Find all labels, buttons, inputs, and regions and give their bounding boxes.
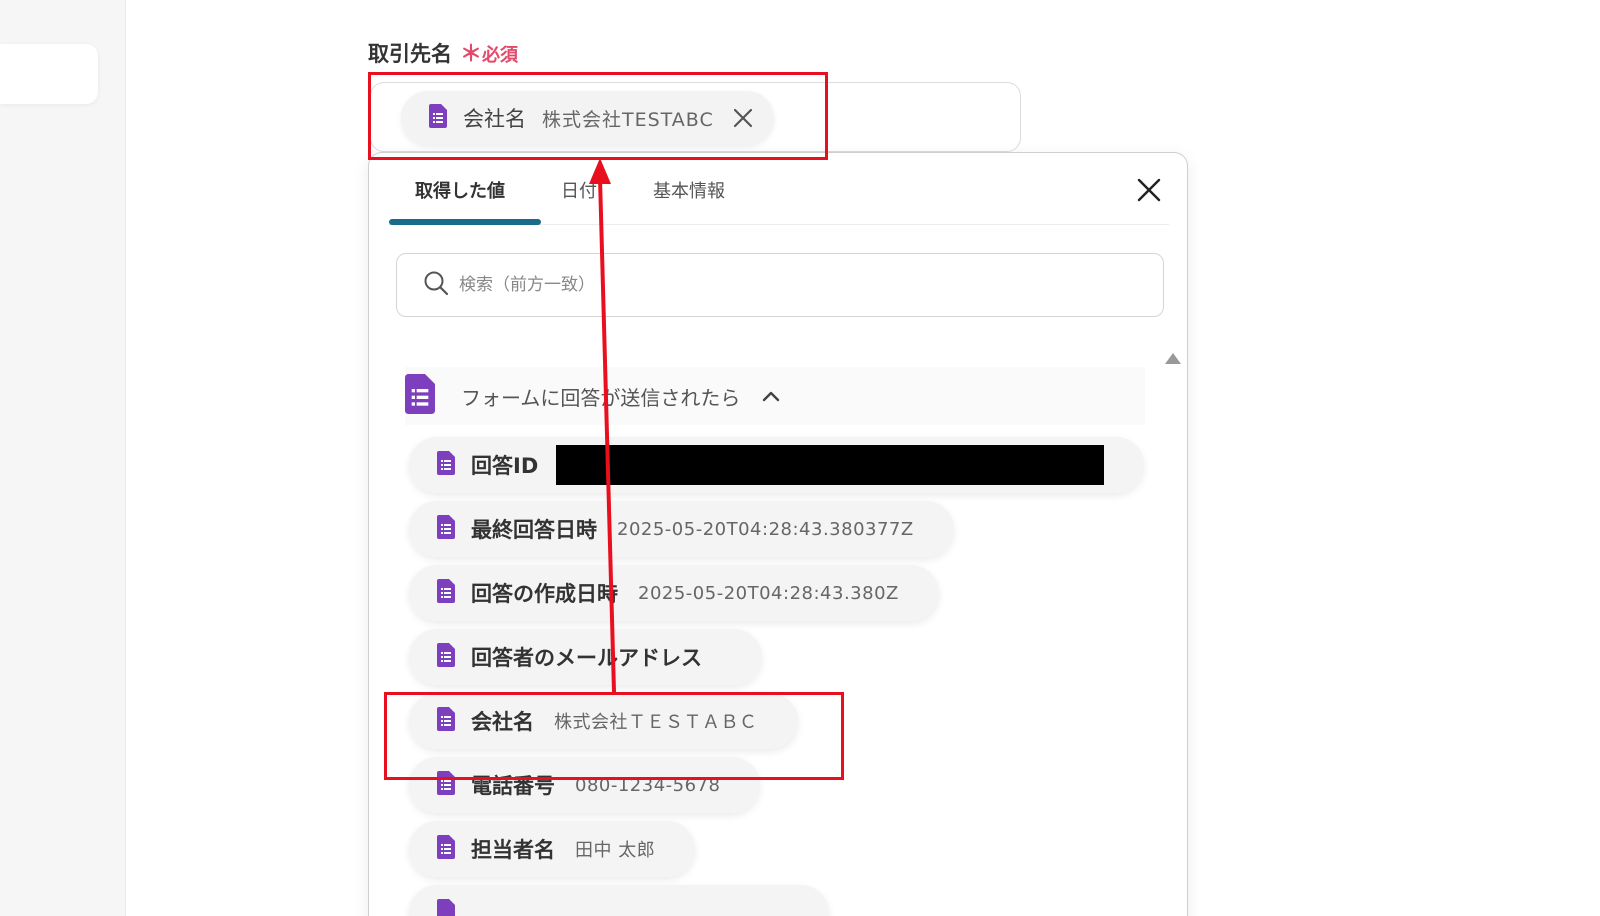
- required-asterisk: ＊: [460, 42, 483, 67]
- chip-label: 会社名: [463, 107, 526, 131]
- google-forms-icon: [405, 374, 435, 418]
- google-forms-icon: [437, 451, 455, 479]
- item-value: 080-1234-5678: [575, 774, 721, 796]
- list-item-phone-number[interactable]: 電話番号 080-1234-5678: [409, 757, 761, 813]
- list-item-respondent-email[interactable]: 回答者のメールアドレス: [409, 629, 762, 685]
- list-item-company-name[interactable]: 会社名 株式会社ＴＥＳＴＡＢＣ: [409, 693, 798, 749]
- section-title: フォームに回答が送信されたら: [461, 385, 741, 410]
- popup-close-icon[interactable]: [1134, 175, 1164, 205]
- google-forms-icon: [437, 579, 455, 607]
- search-icon: [423, 270, 449, 300]
- field-label: 取引先名 ＊必須: [368, 36, 518, 68]
- left-sidebar: [0, 0, 126, 916]
- item-label: 回答ID: [471, 454, 539, 478]
- redacted-value: [556, 445, 1104, 485]
- item-label: 最終回答日時: [471, 518, 597, 542]
- tab-basic-info[interactable]: 基本情報: [653, 177, 725, 203]
- google-forms-icon: [437, 707, 455, 735]
- selected-value-chip[interactable]: 会社名 株式会社TESTABC: [401, 91, 774, 145]
- google-forms-icon: [437, 899, 455, 916]
- tab-obtained-values[interactable]: 取得した値: [415, 177, 505, 203]
- search-box: [396, 253, 1164, 317]
- item-label: 会社名: [471, 710, 534, 734]
- google-forms-icon: [437, 771, 455, 799]
- value-picker-popup: 取得した値 日付 基本情報 フォームに回答が送信されたら 回答ID: [368, 152, 1188, 916]
- scroll-up-arrow[interactable]: [1165, 353, 1181, 364]
- google-forms-icon: [437, 515, 455, 543]
- list-item-response-created-time[interactable]: 回答の作成日時 2025-05-20T04:28:43.380Z: [409, 565, 939, 621]
- chevron-up-icon[interactable]: [762, 387, 780, 406]
- item-label: 回答者のメールアドレス: [471, 646, 702, 670]
- chip-value: 株式会社TESTABC: [542, 108, 714, 131]
- tab-date[interactable]: 日付: [561, 177, 597, 203]
- google-forms-icon: [437, 643, 455, 671]
- active-tab-indicator: [389, 219, 541, 225]
- chip-remove-icon[interactable]: [730, 105, 756, 131]
- search-input[interactable]: [459, 275, 1059, 295]
- required-text: 必須: [482, 45, 519, 66]
- list-item-next-partial[interactable]: [409, 885, 829, 916]
- tab-bar: 取得した値 日付 基本情報: [389, 153, 1169, 225]
- list-item-contact-person[interactable]: 担当者名 田中 太郎: [409, 821, 696, 877]
- item-value: 2025-05-20T04:28:43.380Z: [638, 582, 899, 604]
- item-label: 回答の作成日時: [471, 582, 618, 606]
- item-label: 電話番号: [471, 774, 555, 798]
- item-value: 田中 太郎: [575, 840, 656, 861]
- list-item-response-id[interactable]: 回答ID: [409, 437, 1144, 493]
- field-label-text: 取引先名: [368, 42, 452, 66]
- item-value: 2025-05-20T04:28:43.380377Z: [617, 518, 914, 540]
- google-forms-icon: [429, 104, 447, 132]
- sidebar-card[interactable]: [0, 44, 98, 104]
- section-header-form-submitted[interactable]: フォームに回答が送信されたら: [405, 367, 1145, 425]
- google-forms-icon: [437, 835, 455, 863]
- partner-name-field[interactable]: 会社名 株式会社TESTABC: [370, 82, 1021, 152]
- list-item-last-response-time[interactable]: 最終回答日時 2025-05-20T04:28:43.380377Z: [409, 501, 954, 557]
- item-label: 担当者名: [471, 838, 555, 862]
- item-value: 株式会社ＴＥＳＴＡＢＣ: [554, 712, 758, 733]
